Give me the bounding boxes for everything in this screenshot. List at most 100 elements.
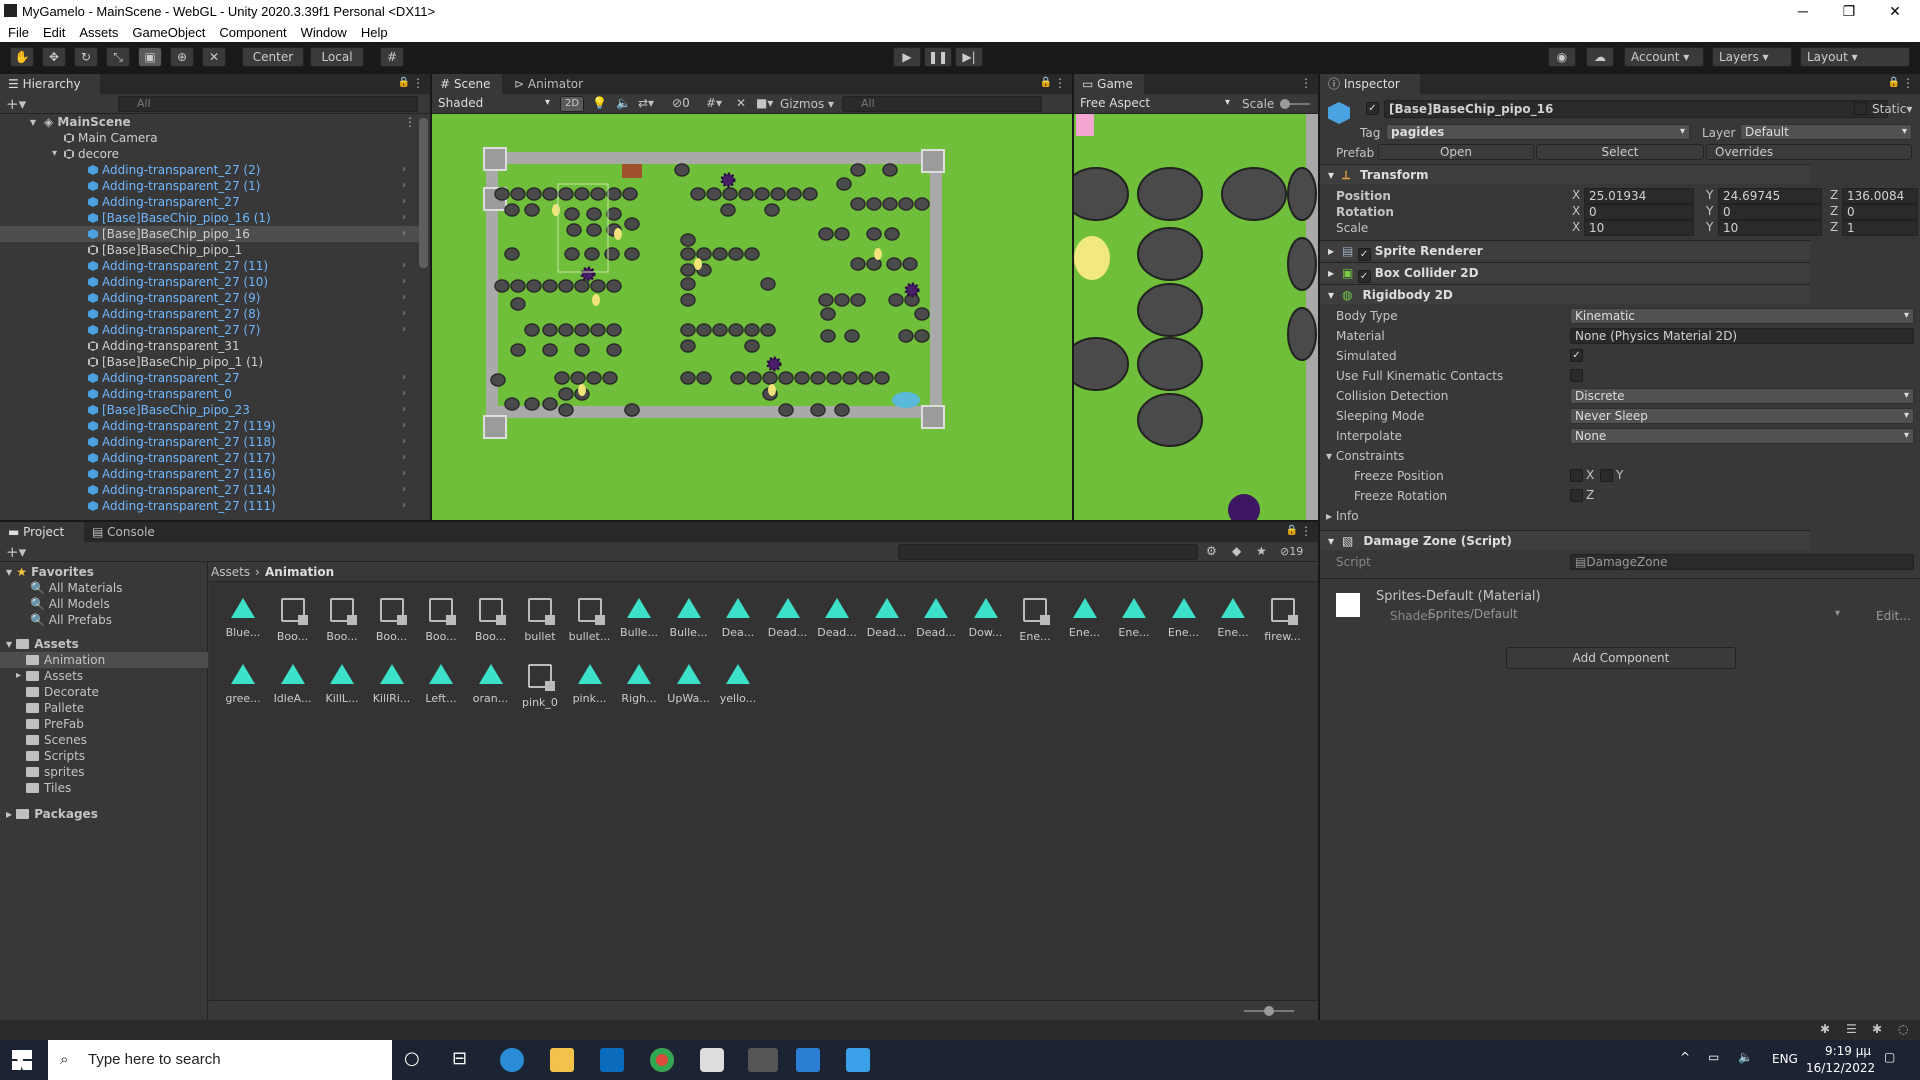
animator-controller-asset[interactable]: bullet xyxy=(516,594,564,643)
cloud-icon[interactable]: ☁ xyxy=(1586,47,1614,67)
pause-button[interactable]: ❚❚ xyxy=(924,47,952,67)
static-dropdown[interactable]: Static▾ xyxy=(1872,102,1912,116)
scale-slider[interactable] xyxy=(1280,99,1310,109)
animator-controller-asset[interactable]: Boo... xyxy=(417,594,465,643)
cortana-icon[interactable]: ○ xyxy=(404,1048,420,1069)
scale-tool-icon[interactable]: ⤡ xyxy=(106,47,130,67)
prefab-open-button[interactable]: Open xyxy=(1378,144,1534,160)
prefab-select-button[interactable]: Select xyxy=(1536,144,1704,160)
project-search-input[interactable] xyxy=(898,544,1198,560)
close-button[interactable]: ✕ xyxy=(1872,0,1918,22)
chevron-right-icon[interactable]: › xyxy=(402,258,406,274)
tab-scene[interactable]: # Scene xyxy=(432,74,502,94)
chevron-right-icon[interactable]: › xyxy=(402,434,406,450)
vscode-icon[interactable] xyxy=(796,1048,820,1072)
freeze-pos-y-checkbox[interactable] xyxy=(1600,469,1613,482)
custom-tool-icon[interactable]: ✕ xyxy=(202,47,226,67)
filter-label-icon[interactable]: ◆ xyxy=(1232,544,1241,558)
notifications-icon[interactable]: ▢ xyxy=(1884,1050,1895,1064)
kebab-menu-icon[interactable]: ⋮ xyxy=(1300,76,1312,90)
animator-controller-asset[interactable]: Boo... xyxy=(318,594,366,643)
add-object-button[interactable]: +▾ xyxy=(6,95,26,113)
damage-zone-header[interactable]: ▾ ▧ Damage Zone (Script) xyxy=(1320,530,1810,550)
tab-console[interactable]: ▤ Console xyxy=(84,522,168,542)
sprite-renderer-header[interactable]: ▸ ▤ ✓ Sprite Renderer xyxy=(1320,240,1810,261)
constraints-foldout[interactable]: ▾ Constraints xyxy=(1326,448,1404,464)
rigidbody-header[interactable]: ▾ ◍ Rigidbody 2D xyxy=(1320,284,1810,304)
rotation-y[interactable]: 0 xyxy=(1718,204,1822,220)
network-icon[interactable]: ▭ xyxy=(1708,1050,1719,1064)
chevron-right-icon[interactable]: › xyxy=(402,370,406,386)
assets-root-node[interactable]: ▾ Assets xyxy=(6,636,79,652)
game-view[interactable] xyxy=(1074,114,1318,520)
tools-icon[interactable]: ✕ xyxy=(736,96,746,110)
animation-clip-asset[interactable]: gree... xyxy=(219,660,267,705)
chrome-icon[interactable] xyxy=(650,1048,674,1072)
rotate-tool-icon[interactable]: ↻ xyxy=(74,47,98,67)
animation-clip-asset[interactable]: UpWa... xyxy=(665,660,713,705)
layer-dropdown[interactable]: Default xyxy=(1740,124,1912,140)
breadcrumb-assets[interactable]: Assets xyxy=(211,565,250,579)
chevron-right-icon[interactable]: › xyxy=(402,162,406,178)
volume-icon[interactable]: 🔈 xyxy=(1738,1050,1753,1064)
position-x[interactable]: 25.01934 xyxy=(1584,188,1694,204)
animation-clip-asset[interactable]: Dead... xyxy=(764,594,812,639)
kebab-menu-icon[interactable]: ⋮ xyxy=(1902,76,1914,90)
animation-clip-asset[interactable]: Ene... xyxy=(1110,594,1158,639)
fav-all-models[interactable]: 🔍 All Models xyxy=(30,596,110,612)
menu-window[interactable]: Window xyxy=(293,22,353,40)
menu-file[interactable]: File xyxy=(0,22,35,40)
transform-header[interactable]: ▾ ⟂ Transform xyxy=(1320,164,1810,184)
icon-size-slider[interactable] xyxy=(1244,1006,1294,1016)
chevron-right-icon[interactable]: ▸ xyxy=(16,668,21,684)
chevron-right-icon[interactable]: › xyxy=(402,178,406,194)
hierarchy-row[interactable]: Adding-transparent_27 › xyxy=(0,194,420,210)
animation-clip-asset[interactable]: Blue... xyxy=(219,594,267,639)
animation-clip-asset[interactable]: KillL... xyxy=(318,660,366,705)
auto-gen-icon[interactable]: ✱ xyxy=(1872,1022,1882,1036)
scene-search-input[interactable]: All xyxy=(842,96,1042,112)
tag-dropdown[interactable]: pagides xyxy=(1386,124,1690,140)
hidden-packages-badge[interactable]: ⊘19 xyxy=(1280,545,1303,558)
tab-animator[interactable]: ⊳ Animator xyxy=(506,74,596,94)
language-indicator[interactable]: ENG xyxy=(1772,1052,1798,1066)
hierarchy-row[interactable]: [Base]BaseChip_pipo_16 › xyxy=(0,226,420,242)
folder-item[interactable]: Tiles xyxy=(0,780,208,796)
menu-assets[interactable]: Assets xyxy=(71,22,124,40)
effects-icon[interactable]: ⇄▾ xyxy=(638,96,654,110)
photos-icon[interactable] xyxy=(846,1048,870,1072)
box-collider-header[interactable]: ▸ ▣ ✓ Box Collider 2D xyxy=(1320,262,1810,283)
chevron-right-icon[interactable]: › xyxy=(402,386,406,402)
hierarchy-row[interactable]: Adding-transparent_27 (8) › xyxy=(0,306,420,322)
lighting-icon[interactable]: 💡 xyxy=(592,96,607,110)
chevron-right-icon[interactable]: › xyxy=(402,322,406,338)
hierarchy-search-input[interactable]: All xyxy=(118,96,418,112)
animation-clip-asset[interactable]: Ene... xyxy=(1061,594,1109,639)
hierarchy-row[interactable]: [Base]BaseChip_pipo_1 (1) xyxy=(0,354,420,370)
chevron-right-icon[interactable]: › xyxy=(402,226,406,242)
scale-y[interactable]: 10 xyxy=(1718,220,1822,236)
hierarchy-row[interactable]: Adding-transparent_31 xyxy=(0,338,420,354)
animation-clip-asset[interactable]: IdleA... xyxy=(269,660,317,705)
kebab-menu-icon[interactable]: ⋮ xyxy=(404,114,416,130)
physics-material-field[interactable]: None (Physics Material 2D) xyxy=(1570,328,1914,344)
chevron-right-icon[interactable]: › xyxy=(402,194,406,210)
info-foldout[interactable]: ▸ Info xyxy=(1326,508,1359,524)
interpolate-dropdown[interactable]: None xyxy=(1570,428,1914,444)
chevron-right-icon[interactable]: › xyxy=(402,210,406,226)
hierarchy-row[interactable]: ▾ decore xyxy=(0,146,420,162)
tab-project[interactable]: ▬ Project xyxy=(0,522,84,542)
position-y[interactable]: 24.69745 xyxy=(1718,188,1822,204)
animator-controller-asset[interactable]: bullet... xyxy=(566,594,614,643)
sprite-renderer-checkbox[interactable]: ✓ xyxy=(1357,248,1371,261)
play-button[interactable]: ▶ xyxy=(893,47,921,67)
chevron-right-icon[interactable]: › xyxy=(402,450,406,466)
rotation-x[interactable]: 0 xyxy=(1584,204,1694,220)
hierarchy-row[interactable]: [Base]BaseChip_pipo_1 xyxy=(0,242,420,258)
layers-dropdown[interactable]: Layers ▾ xyxy=(1712,47,1792,67)
hierarchy-row[interactable]: Adding-transparent_27 (117) › xyxy=(0,450,420,466)
animator-controller-asset[interactable]: firew... xyxy=(1259,594,1307,643)
chevron-right-icon[interactable]: › xyxy=(402,498,406,514)
create-asset-button[interactable]: +▾ xyxy=(6,543,26,561)
filter-type-icon[interactable]: ⚙ xyxy=(1206,544,1217,558)
